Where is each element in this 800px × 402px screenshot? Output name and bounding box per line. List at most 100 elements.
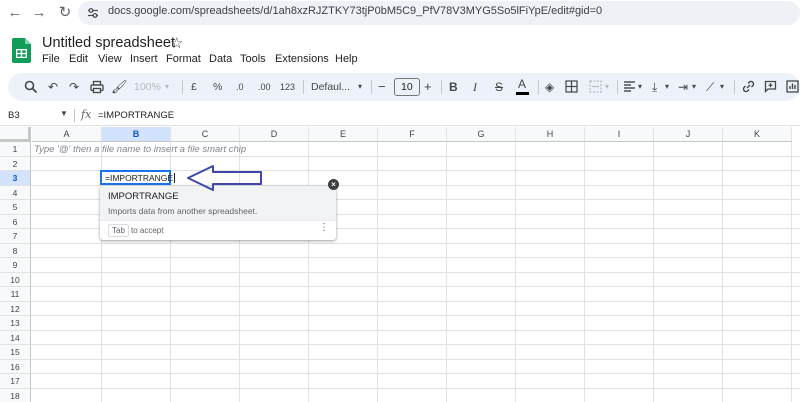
insert-link-icon[interactable]	[742, 80, 755, 93]
name-box-dropdown-icon[interactable]: ▼	[60, 109, 68, 118]
star-icon[interactable]: ☆	[170, 34, 183, 52]
row-header-13[interactable]: 13	[0, 316, 31, 331]
row-header-5[interactable]: 5	[0, 200, 31, 215]
close-suggestions-icon[interactable]: ×	[328, 179, 339, 190]
toolbar-divider	[734, 80, 735, 94]
font-size-input[interactable]: 10	[394, 78, 420, 96]
column-header-g[interactable]: G	[447, 127, 516, 142]
name-box[interactable]: B3	[8, 110, 20, 121]
column-header-j[interactable]: J	[654, 127, 723, 142]
row-header-14[interactable]: 14	[0, 330, 31, 345]
formula-input[interactable]: =IMPORTRANGE	[98, 110, 174, 121]
insert-chart-icon[interactable]	[786, 80, 799, 93]
horizontal-align-icon[interactable]	[623, 80, 636, 93]
menu-edit[interactable]: Edit	[69, 53, 88, 65]
menu-view[interactable]: View	[98, 53, 122, 65]
column-header-k[interactable]: K	[723, 127, 792, 142]
row-header-3[interactable]: 3	[0, 171, 31, 186]
row-header-15[interactable]: 15	[0, 345, 31, 360]
decrease-decimal-button[interactable]: .0	[236, 80, 244, 94]
column-header-i[interactable]: I	[585, 127, 654, 142]
forward-arrow-icon[interactable]: →	[30, 4, 48, 22]
percent-format-button[interactable]: %	[213, 80, 222, 94]
fill-color-icon[interactable]: ◈	[545, 80, 554, 94]
row-gridline	[31, 271, 800, 273]
row-gridline	[31, 315, 800, 316]
search-menus-icon[interactable]	[24, 80, 38, 94]
undo-icon[interactable]: ↶	[48, 80, 58, 94]
text-color-button[interactable]: A	[516, 77, 529, 95]
increase-decimal-button[interactable]: .00	[258, 80, 271, 94]
align-dropdown-icon[interactable]: ▾	[638, 80, 642, 94]
redo-icon[interactable]: ↷	[69, 80, 79, 94]
rotation-dropdown-icon[interactable]: ▾	[720, 80, 724, 94]
menu-extensions[interactable]: Extensions	[275, 53, 329, 65]
zoom-select[interactable]: 100%	[134, 80, 161, 94]
row-header-9[interactable]: 9	[0, 258, 31, 273]
increase-font-size-button[interactable]: +	[424, 80, 432, 94]
text-wrapping-icon[interactable]: ⇥	[678, 80, 688, 94]
insert-comment-icon[interactable]	[764, 80, 777, 93]
row-header-17[interactable]: 17	[0, 374, 31, 389]
row-header-10[interactable]: 10	[0, 272, 31, 287]
row-header-16[interactable]: 16	[0, 359, 31, 374]
row-header-1[interactable]: 1	[0, 142, 31, 157]
column-header-f[interactable]: F	[378, 127, 447, 142]
font-dropdown-icon[interactable]: ▾	[358, 80, 362, 94]
menu-tools[interactable]: Tools	[240, 53, 266, 65]
row-gridline	[31, 242, 800, 244]
row-header-8[interactable]: 8	[0, 243, 31, 258]
tab-key-hint: Tab	[108, 224, 129, 237]
google-sheets-logo-icon[interactable]	[12, 38, 31, 63]
accept-hint-text: to accept	[131, 226, 164, 235]
menu-data[interactable]: Data	[209, 53, 232, 65]
more-formats-button[interactable]: 123	[280, 80, 295, 94]
spreadsheet-grid: ABCDEFGHIJK 1 2 3 4 5 6 7 8 9 10 11 12 13 14 15 16 17 18 …	[0, 127, 800, 402]
formula-bar: B3 ▼ fx =IMPORTRANGE	[0, 106, 800, 126]
column-header-a[interactable]: A	[32, 127, 102, 142]
row-header-7[interactable]: 7	[0, 229, 31, 244]
menu-format[interactable]: Format	[166, 53, 201, 65]
paint-format-icon[interactable]: 🖌	[111, 80, 128, 94]
merge-cells-icon[interactable]	[589, 80, 602, 93]
reload-icon[interactable]: ↻	[56, 4, 74, 22]
merge-dropdown-icon[interactable]: ▾	[605, 80, 609, 94]
site-settings-icon[interactable]	[87, 7, 99, 19]
wrap-dropdown-icon[interactable]: ▾	[692, 80, 696, 94]
currency-format-button[interactable]: £	[191, 80, 197, 94]
vertical-align-icon[interactable]: ⤓	[652, 80, 657, 94]
column-header-c[interactable]: C	[171, 127, 240, 142]
row-header-12[interactable]: 12	[0, 301, 31, 316]
decrease-font-size-button[interactable]: −	[378, 80, 386, 94]
row-header-18[interactable]: 18	[0, 388, 31, 402]
browser-bar: ← → ↻ docs.google.com/spreadsheets/d/1ah…	[0, 0, 800, 26]
font-family-select[interactable]: Defaul...	[311, 80, 350, 94]
url-text[interactable]: docs.google.com/spreadsheets/d/1ah8xzRJZ…	[108, 5, 602, 17]
menu-insert[interactable]: Insert	[130, 53, 158, 65]
select-all-corner[interactable]	[0, 127, 31, 142]
column-header-e[interactable]: E	[309, 127, 378, 142]
row-header-2[interactable]: 2	[0, 156, 31, 171]
more-options-icon[interactable]: ⋮	[319, 222, 329, 233]
menu-help[interactable]: Help	[335, 53, 358, 65]
back-arrow-icon[interactable]: ←	[6, 4, 24, 22]
column-header-h[interactable]: H	[516, 127, 585, 142]
document-title[interactable]: Untitled spreadsheet	[42, 35, 175, 51]
text-color-swatch	[516, 92, 529, 95]
column-header-d[interactable]: D	[240, 127, 309, 142]
menu-file[interactable]: File	[42, 53, 60, 65]
borders-icon[interactable]	[565, 80, 578, 93]
italic-button[interactable]: I	[473, 80, 477, 94]
print-icon[interactable]	[90, 80, 104, 94]
row-header-11[interactable]: 11	[0, 287, 31, 302]
text-rotation-icon[interactable]: ⟋	[706, 80, 714, 94]
strikethrough-button[interactable]: S	[495, 80, 503, 94]
bold-button[interactable]: B	[449, 80, 458, 94]
active-cell-editor[interactable]: =IMPORTRANGE	[100, 170, 175, 185]
valign-dropdown-icon[interactable]: ▾	[665, 80, 669, 94]
zoom-dropdown-icon[interactable]: ▾	[165, 80, 169, 94]
column-header-b[interactable]: B	[102, 127, 171, 142]
row-header-4[interactable]: 4	[0, 185, 31, 200]
toolbar-divider	[303, 80, 304, 94]
row-header-6[interactable]: 6	[0, 214, 31, 229]
